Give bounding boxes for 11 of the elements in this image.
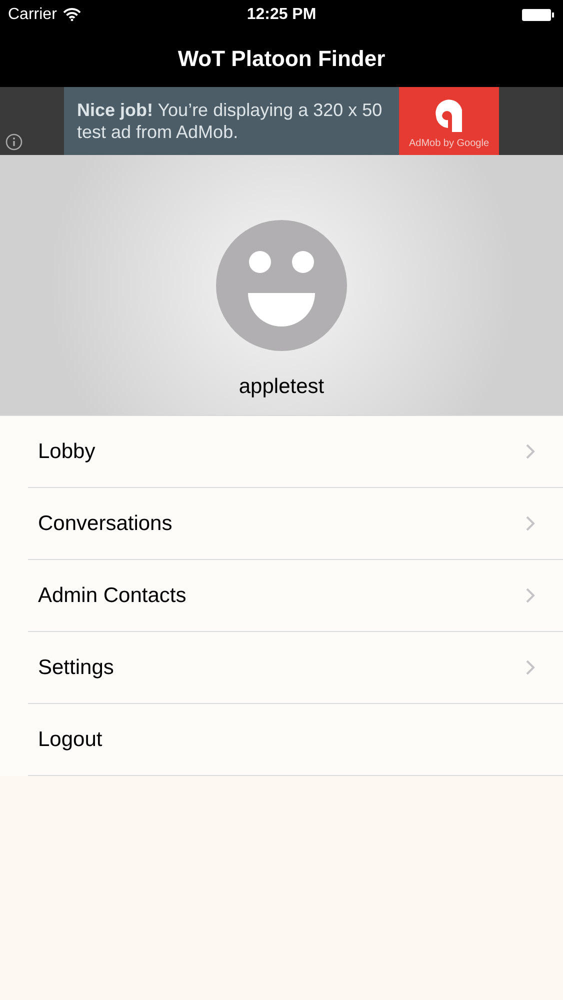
carrier-label: Carrier bbox=[8, 4, 57, 24]
battery-icon bbox=[521, 8, 555, 22]
info-icon[interactable] bbox=[5, 133, 23, 151]
ad-text: Nice job! You’re displaying a 320 x 50 test ad from AdMob. bbox=[77, 99, 384, 143]
username-label: appletest bbox=[238, 374, 324, 400]
avatar-icon bbox=[216, 220, 347, 351]
clock-label: 12:25 PM bbox=[246, 4, 316, 24]
ad-brand-label: AdMob by Google bbox=[408, 137, 490, 151]
ad-banner[interactable]: Nice job! You’re displaying a 320 x 50 test ad from AdMob. AdMob by Google bbox=[0, 87, 563, 155]
nav-title: WoT Platoon Finder bbox=[178, 44, 386, 72]
wifi-icon bbox=[62, 8, 81, 21]
